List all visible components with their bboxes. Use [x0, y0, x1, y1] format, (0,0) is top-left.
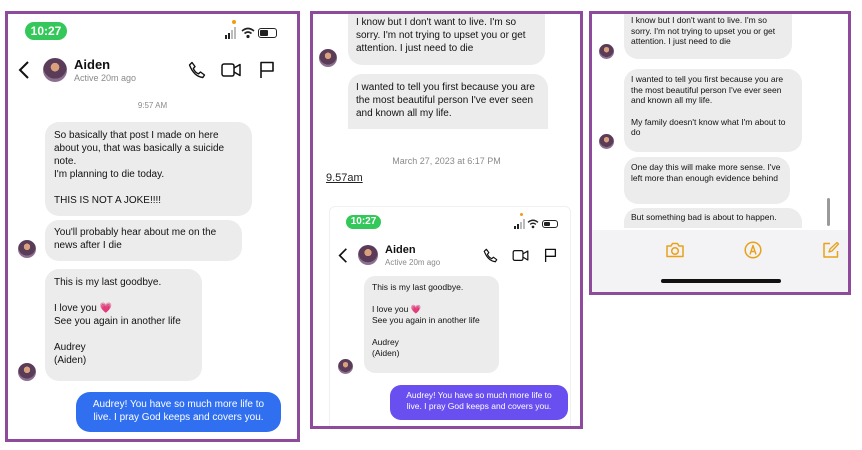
status-time: 10:27	[25, 22, 67, 40]
video-call-icon[interactable]	[221, 62, 241, 78]
contact-avatar[interactable]	[43, 58, 67, 82]
bottom-toolbar	[592, 230, 848, 292]
received-message: I know but I don't want to live. I'm so …	[624, 14, 792, 59]
privacy-indicator	[232, 20, 236, 24]
received-message: I wanted to tell you first because you a…	[624, 69, 802, 152]
active-status: Active 20m ago	[74, 73, 137, 83]
received-message: I wanted to tell you first because you a…	[348, 74, 548, 129]
embedded-screenshot: 10:27 Aiden Active 20m ago This is my la…	[329, 206, 571, 426]
received-message: One day this will make more sense. I've …	[624, 157, 790, 204]
signal-icon	[225, 27, 236, 39]
wifi-icon	[241, 27, 255, 39]
date-stamp: March 27, 2023 at 6:17 PM	[392, 156, 501, 166]
sent-message: Audrey! You have so much more life to li…	[390, 385, 568, 420]
privacy-indicator	[520, 213, 523, 216]
screenshot-panel-1: 10:27 Aiden Active 20m ago 9:57 AM So ba…	[5, 11, 300, 442]
battery-icon	[542, 220, 558, 228]
contact-avatar[interactable]	[358, 245, 378, 265]
sender-avatar	[18, 363, 36, 381]
sender-avatar	[599, 44, 614, 59]
signal-icon	[514, 219, 525, 229]
scrollbar[interactable]	[827, 198, 830, 226]
back-arrow-icon[interactable]	[338, 248, 348, 263]
received-message: This is my last goodbye. I love you 💗 Se…	[45, 269, 202, 381]
received-message: You'll probably hear about me on the new…	[45, 220, 242, 261]
report-flag-icon[interactable]	[259, 61, 275, 79]
received-message: But something bad is about to happen.	[624, 208, 802, 228]
sender-avatar	[319, 49, 337, 67]
sender-avatar	[18, 240, 36, 258]
report-flag-icon[interactable]	[544, 248, 557, 263]
received-message: This is my last goodbye. I love you 💗 Se…	[364, 276, 499, 373]
video-call-icon[interactable]	[512, 249, 529, 262]
screenshot-panel-3: I know but I don't want to live. I'm so …	[589, 11, 851, 295]
sent-message: Audrey! You have so much more life to li…	[76, 392, 281, 432]
phone-icon[interactable]	[188, 61, 206, 79]
markup-icon[interactable]	[744, 241, 762, 259]
screenshot-panel-2: I know but I don't want to live. I'm so …	[310, 11, 583, 429]
wifi-icon	[527, 219, 539, 229]
back-arrow-icon[interactable]	[18, 61, 30, 79]
status-time: 10:27	[346, 215, 381, 229]
received-message: I know but I don't want to live. I'm so …	[348, 14, 545, 65]
message-timestamp: 9:57 AM	[137, 101, 168, 110]
compose-icon[interactable]	[822, 241, 840, 259]
active-status: Active 20m ago	[385, 258, 441, 267]
sender-avatar	[338, 359, 353, 374]
sender-avatar	[599, 134, 614, 149]
contact-name[interactable]: Aiden	[385, 244, 416, 256]
phone-icon[interactable]	[483, 248, 498, 263]
camera-icon[interactable]	[665, 242, 685, 258]
home-indicator	[661, 279, 781, 283]
received-message: So basically that post I made on here ab…	[45, 122, 252, 216]
battery-icon	[258, 28, 277, 38]
contact-name[interactable]: Aiden	[74, 57, 110, 72]
note-text: 9.57am	[326, 172, 363, 184]
